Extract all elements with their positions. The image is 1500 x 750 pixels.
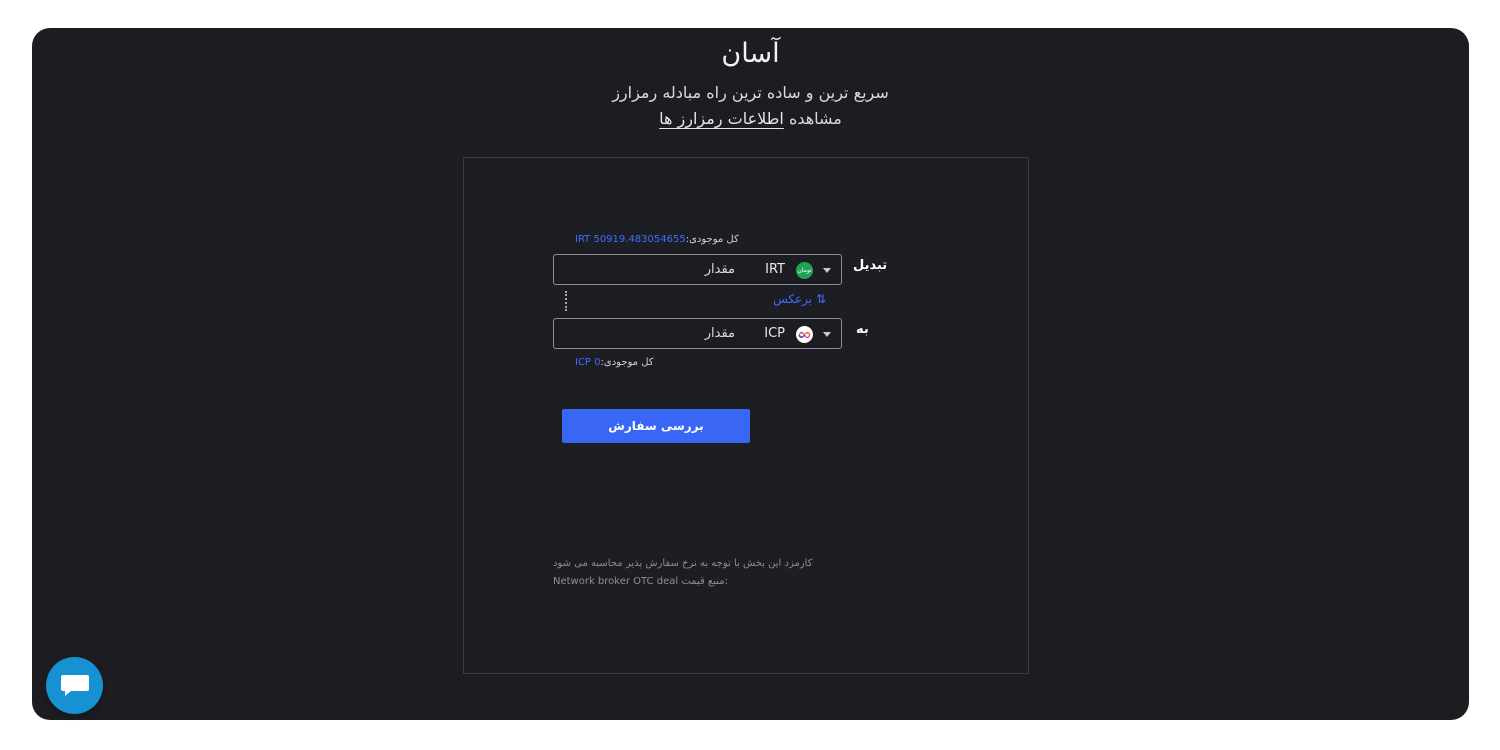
connector-line bbox=[565, 291, 567, 311]
chat-bubble-icon bbox=[60, 674, 89, 696]
exchange-panel: کل موجودی:IRT 50919.483054655 تبدیل مقدا… bbox=[463, 157, 1029, 674]
chat-button[interactable] bbox=[46, 657, 103, 714]
from-amount-input[interactable]: مقدار bbox=[705, 262, 735, 277]
crypto-info-link[interactable]: اطلاعات رمزارز ها bbox=[659, 109, 784, 128]
from-balance-label: کل موجودی: bbox=[685, 234, 739, 245]
fee-note: کارمزد این بخش با توجه به نرخ سفارش پذیر… bbox=[553, 558, 813, 569]
from-field[interactable]: مقدار IRT تومان bbox=[553, 254, 842, 285]
icp-coin-icon bbox=[796, 326, 813, 343]
to-symbol: ICP bbox=[764, 326, 785, 341]
chevron-down-icon[interactable] bbox=[823, 332, 831, 337]
view-prefix: مشاهده bbox=[788, 109, 842, 128]
page-subtitle: سریع ترین و ساده ترین راه مبادله رمزارز bbox=[612, 83, 889, 102]
to-amount-input[interactable]: مقدار bbox=[705, 326, 735, 341]
from-balance: کل موجودی:IRT 50919.483054655 bbox=[575, 234, 739, 245]
price-source-label: منبع قیمت: bbox=[681, 576, 728, 587]
to-field[interactable]: مقدار ICP bbox=[553, 318, 842, 349]
price-source: Network broker OTC deal منبع قیمت: bbox=[553, 576, 728, 587]
chevron-down-icon[interactable] bbox=[823, 268, 831, 273]
to-balance: کل موجودی:ICP 0 bbox=[575, 357, 654, 368]
to-balance-value[interactable]: ICP 0 bbox=[575, 357, 601, 368]
toman-coin-icon: تومان bbox=[796, 262, 813, 279]
page-title: آسان bbox=[721, 38, 780, 69]
review-order-button[interactable]: بررسی سفارش bbox=[562, 409, 750, 443]
view-info-line: مشاهده اطلاعات رمزارز ها bbox=[32, 109, 1469, 128]
app-frame: آسان سریع ترین و ساده ترین راه مبادله رم… bbox=[32, 28, 1469, 720]
to-balance-label: کل موجودی: bbox=[600, 357, 654, 368]
swap-icon: ⇅ bbox=[815, 292, 826, 306]
from-balance-value[interactable]: IRT 50919.483054655 bbox=[575, 234, 686, 245]
from-symbol: IRT bbox=[765, 262, 785, 277]
from-label: تبدیل bbox=[853, 258, 888, 273]
price-source-value: Network broker OTC deal bbox=[553, 576, 679, 587]
swap-label: برعکس bbox=[773, 292, 813, 306]
swap-button[interactable]: ⇅ برعکس bbox=[773, 292, 826, 306]
to-label: به bbox=[856, 322, 869, 337]
